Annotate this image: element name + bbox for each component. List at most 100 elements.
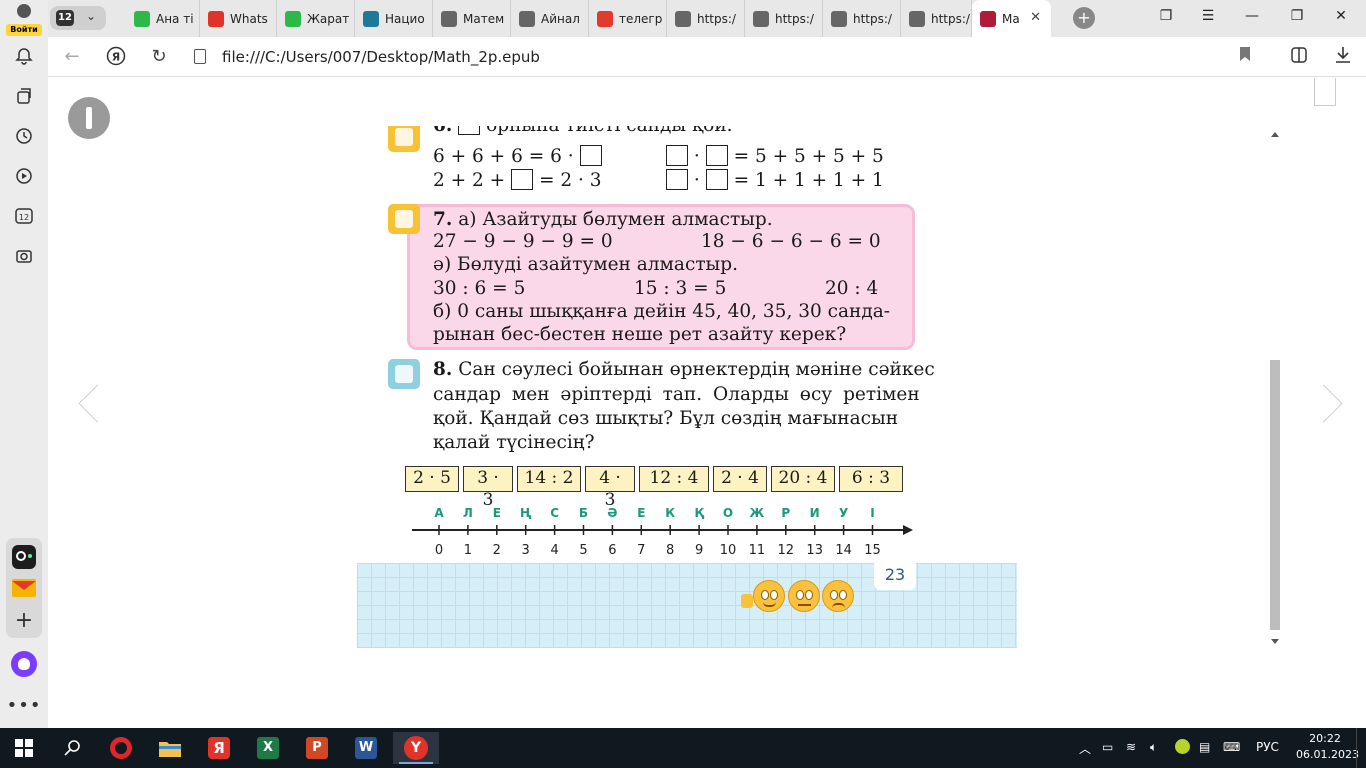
- browser-tab[interactable]: https:/: [823, 0, 901, 37]
- bell-icon[interactable]: [12, 44, 36, 68]
- next-page-arrow[interactable]: [1316, 378, 1346, 428]
- yandex-icon: [597, 10, 613, 27]
- tab-label: телегр: [619, 11, 663, 26]
- mail-icon[interactable]: [7, 571, 41, 605]
- new-tab-button[interactable]: +: [1073, 7, 1095, 29]
- video-play-icon[interactable]: [12, 164, 36, 188]
- number-line-number: 12: [778, 543, 795, 558]
- yandex-active-icon[interactable]: Y: [393, 732, 439, 764]
- yandex-logo-button[interactable]: Я: [105, 46, 127, 68]
- volume-icon[interactable]: 🔈︎: [1150, 740, 1157, 755]
- number-line: 0 А 1 Л 2 Е 3 Ң 4 С 5 Б 6 Ә 7 Е 8 К 9 Қ 10 О 11 Ж 12 Р 13 И 14 У 15 І: [412, 506, 913, 558]
- ex6-eq2: = 5 + 5 + 5 + 5: [733, 146, 884, 167]
- tray-chevron-up-icon[interactable]: ︿: [1079, 740, 1091, 757]
- back-button[interactable]: ←: [61, 46, 83, 68]
- expression-card: 12 : 4: [639, 466, 709, 492]
- ex8-line2: сандар мен әріптерді тап. Оларды өсу рет…: [433, 384, 920, 405]
- bookmark-icon[interactable]: [1234, 46, 1256, 68]
- show-desktop-button[interactable]: [1356, 728, 1366, 768]
- login-button[interactable]: Войти: [6, 4, 42, 36]
- excel-icon[interactable]: X: [248, 732, 288, 764]
- prev-page-arrow[interactable]: [74, 378, 104, 428]
- more-dots-icon[interactable]: •••: [7, 688, 41, 722]
- scroll-up-arrow[interactable]: [1271, 132, 1279, 137]
- search-icon[interactable]: [52, 732, 92, 764]
- alice-purple-icon[interactable]: [7, 647, 41, 681]
- minimize-button[interactable]: —: [1242, 8, 1262, 24]
- pause-button[interactable]: [68, 97, 110, 139]
- screenshot-icon[interactable]: [12, 244, 36, 268]
- collections-icon[interactable]: [12, 84, 36, 108]
- browser-tab[interactable]: Whats: [200, 0, 277, 37]
- alice-green-icon: [285, 10, 301, 27]
- browser-tab[interactable]: Ma ✕: [972, 0, 1051, 37]
- keyboard-icon[interactable]: ⌨︎: [1223, 740, 1240, 754]
- bookmark-ribbon-icon[interactable]: [1314, 78, 1336, 106]
- answer-box: [458, 126, 481, 135]
- number-line-letter: Ж: [750, 506, 765, 520]
- browser-tab[interactable]: Жарат: [277, 0, 355, 37]
- number-line-number: 0: [435, 543, 443, 558]
- browser-tab[interactable]: https:/: [745, 0, 823, 37]
- yandex-browser-icon[interactable]: Я: [199, 732, 239, 764]
- downloads-icon[interactable]: [1332, 46, 1354, 68]
- document-icon: [519, 10, 535, 27]
- expression-card: 4 · 3: [585, 466, 635, 510]
- number-line-letter: С: [550, 506, 559, 520]
- browser-tab[interactable]: Нацио: [355, 0, 433, 37]
- expression-card: 20 : 4: [771, 466, 835, 492]
- close-window-button[interactable]: ✕: [1331, 8, 1351, 24]
- ex6-eq3-post: = 2 · 3: [538, 170, 602, 191]
- powerpoint-icon[interactable]: P: [297, 732, 337, 764]
- word-icon[interactable]: W: [346, 732, 386, 764]
- clock[interactable]: 20:22 06.01.2023: [1296, 731, 1359, 763]
- battery-icon[interactable]: ▭: [1102, 740, 1113, 754]
- number-line-number: 8: [666, 543, 674, 558]
- notifications-tray-icon[interactable]: ▤: [1199, 740, 1210, 754]
- page-scrollbar[interactable]: [1268, 128, 1282, 648]
- close-tab-icon[interactable]: ✕: [1030, 10, 1041, 25]
- number-line-number: 6: [608, 543, 616, 558]
- browser-tab[interactable]: телегр: [589, 0, 667, 37]
- windows-start-icon[interactable]: [4, 732, 44, 764]
- reload-button[interactable]: ↻: [148, 46, 170, 68]
- chevron-down-icon: ⌄: [86, 9, 97, 23]
- ex7-part-b-line2: рынан бес-бестен неше рет азайту керек?: [433, 324, 847, 345]
- language-indicator[interactable]: РУС: [1256, 740, 1279, 754]
- extensions-icon[interactable]: [1288, 46, 1310, 68]
- opera-icon[interactable]: [101, 732, 141, 764]
- ex7-div3: 20 : 4: [825, 278, 879, 299]
- expression-card: 2 · 4: [713, 466, 767, 492]
- tabs-counter-icon[interactable]: 12: [12, 204, 36, 228]
- number-line-letter: Е: [493, 506, 501, 520]
- number-line-number: 9: [695, 543, 703, 558]
- tab-label: https:/: [853, 11, 892, 26]
- url-field[interactable]: file:///C:/Users/007/Desktop/Math_2p.epu…: [186, 42, 1266, 72]
- ex6-eq4: = 1 + 1 + 1 + 1: [733, 170, 884, 191]
- scroll-down-arrow[interactable]: [1271, 639, 1279, 644]
- wifi-icon[interactable]: ≋: [1126, 740, 1136, 754]
- document-icon: [831, 10, 847, 27]
- ex7-eq2: 18 − 6 − 6 − 6 = 0: [701, 231, 881, 252]
- dot: ·: [693, 170, 700, 191]
- menu-icon[interactable]: ☰: [1198, 8, 1218, 24]
- ex7-eq1: 27 − 9 − 9 − 9 = 0: [433, 231, 613, 252]
- tab-manager-icon[interactable]: ❐: [1156, 8, 1176, 24]
- tab-counter-button[interactable]: 12 ⌄: [50, 6, 106, 30]
- browser-tab[interactable]: Айнал: [511, 0, 589, 37]
- alice-assistant-icon[interactable]: [7, 540, 41, 574]
- scroll-thumb[interactable]: [1270, 360, 1280, 630]
- yandex-disk-icon[interactable]: [1175, 739, 1190, 754]
- browser-tab[interactable]: https:/: [667, 0, 745, 37]
- add-panel-icon[interactable]: +: [7, 603, 41, 637]
- tab-label: Ана ті: [156, 11, 194, 26]
- expression-cards-row: 2 · 53 · 3 14 : 24 · 3 12 : 42 · 4 20 : 46 …: [405, 466, 907, 510]
- history-icon[interactable]: [12, 124, 36, 148]
- restore-button[interactable]: ❐: [1287, 8, 1307, 24]
- browser-tab[interactable]: Ана ті: [126, 0, 200, 37]
- browser-tab[interactable]: https:/: [901, 0, 972, 37]
- browser-tab[interactable]: Матем: [433, 0, 511, 37]
- pencil-icon: [388, 126, 420, 152]
- thumbs-up-icon: [741, 594, 753, 608]
- file-explorer-icon[interactable]: [150, 732, 190, 764]
